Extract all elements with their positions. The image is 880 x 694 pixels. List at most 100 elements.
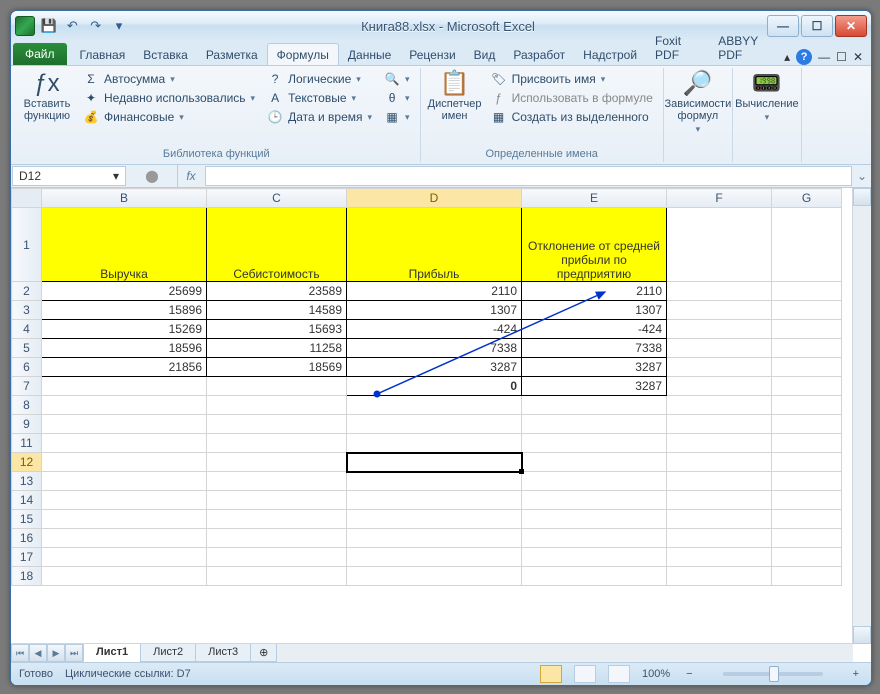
tab-developer[interactable]: Разработ xyxy=(504,44,574,65)
col-header-f[interactable]: F xyxy=(667,189,772,208)
cell[interactable] xyxy=(772,377,842,396)
logical-button[interactable]: ?Логические xyxy=(263,70,376,88)
cell[interactable]: 23589 xyxy=(207,282,347,301)
cell[interactable] xyxy=(42,415,207,434)
cell[interactable] xyxy=(772,358,842,377)
cell[interactable] xyxy=(347,396,522,415)
lookup-button[interactable]: 🔍 xyxy=(380,70,414,88)
cell[interactable] xyxy=(772,529,842,548)
zoom-in-button[interactable]: + xyxy=(849,668,863,680)
workbook-min-button[interactable]: — xyxy=(818,50,830,64)
use-in-formula-button[interactable]: ƒИспользовать в формуле xyxy=(487,89,657,107)
cell-f1[interactable] xyxy=(667,208,772,282)
row-header[interactable]: 13 xyxy=(12,472,42,491)
cell[interactable] xyxy=(667,491,772,510)
cell-grid[interactable]: B C D E F G 1 Выручка Себистоимость Приб… xyxy=(11,188,853,644)
cell[interactable] xyxy=(667,472,772,491)
cell[interactable] xyxy=(42,453,207,472)
cell[interactable] xyxy=(347,434,522,453)
col-header-d[interactable]: D xyxy=(347,189,522,208)
cell[interactable] xyxy=(42,529,207,548)
cell[interactable]: -424 xyxy=(522,320,667,339)
zoom-level[interactable]: 100% xyxy=(642,668,670,680)
cell[interactable] xyxy=(772,282,842,301)
cell[interactable]: -424 xyxy=(347,320,522,339)
row-header[interactable]: 4 xyxy=(12,320,42,339)
cell[interactable]: 15269 xyxy=(42,320,207,339)
tab-data[interactable]: Данные xyxy=(339,44,400,65)
tab-foxit[interactable]: Foxit PDF xyxy=(646,30,709,65)
cell[interactable] xyxy=(667,567,772,586)
cell[interactable] xyxy=(772,453,842,472)
cell[interactable] xyxy=(207,548,347,567)
cell[interactable] xyxy=(522,453,667,472)
row-header[interactable]: 12 xyxy=(12,453,42,472)
cell[interactable] xyxy=(522,415,667,434)
cell[interactable]: 11258 xyxy=(207,339,347,358)
view-pagebreak-button[interactable] xyxy=(608,665,630,683)
cell[interactable] xyxy=(667,282,772,301)
cell[interactable] xyxy=(347,472,522,491)
cell[interactable]: 14589 xyxy=(207,301,347,320)
cell[interactable] xyxy=(347,567,522,586)
cell-e1[interactable]: Отклонение от средней прибыли по предпри… xyxy=(522,208,667,282)
cell[interactable]: 25699 xyxy=(42,282,207,301)
tab-addins[interactable]: Надстрой xyxy=(574,44,646,65)
cell[interactable] xyxy=(522,491,667,510)
text-button[interactable]: AТекстовые xyxy=(263,89,376,107)
horizontal-scrollbar[interactable] xyxy=(276,644,853,662)
cell-d12-selected[interactable] xyxy=(347,453,522,472)
cell[interactable] xyxy=(667,548,772,567)
col-header-b[interactable]: B xyxy=(42,189,207,208)
cell[interactable]: 15693 xyxy=(207,320,347,339)
math-button[interactable]: θ xyxy=(380,89,414,107)
select-all-corner[interactable] xyxy=(12,189,42,208)
cell[interactable] xyxy=(522,529,667,548)
tab-abbyy[interactable]: ABBYY PDF xyxy=(709,30,784,65)
row-header[interactable]: 9 xyxy=(12,415,42,434)
cell[interactable] xyxy=(522,548,667,567)
cell[interactable]: 3287 xyxy=(522,358,667,377)
cell[interactable]: 18596 xyxy=(42,339,207,358)
cell[interactable] xyxy=(347,510,522,529)
view-normal-button[interactable] xyxy=(540,665,562,683)
autosum-button[interactable]: ΣАвтосумма xyxy=(79,70,259,88)
formula-auditing-button[interactable]: 🔎 Зависимости формул xyxy=(670,70,726,146)
cell[interactable] xyxy=(207,491,347,510)
zoom-out-button[interactable]: − xyxy=(682,668,696,680)
sheet-tab-2[interactable]: Лист2 xyxy=(140,644,196,662)
cell[interactable] xyxy=(667,415,772,434)
qat-customize-button[interactable]: ▾ xyxy=(109,16,129,36)
cell[interactable]: 21856 xyxy=(42,358,207,377)
qat-redo-button[interactable]: ↷ xyxy=(86,16,106,36)
cell[interactable]: 7338 xyxy=(347,339,522,358)
insert-function-button[interactable]: ƒx Вставить функцию xyxy=(19,70,75,146)
col-header-e[interactable]: E xyxy=(522,189,667,208)
sheet-nav-prev[interactable]: ◀ xyxy=(29,644,47,662)
col-header-g[interactable]: G xyxy=(772,189,842,208)
tab-view[interactable]: Вид xyxy=(465,44,505,65)
cell[interactable] xyxy=(522,396,667,415)
sheet-nav-last[interactable]: ⏭ xyxy=(65,644,83,662)
row-header[interactable]: 2 xyxy=(12,282,42,301)
cell[interactable] xyxy=(772,339,842,358)
cell[interactable] xyxy=(207,396,347,415)
sheet-nav-first[interactable]: ⏮ xyxy=(11,644,29,662)
cell[interactable] xyxy=(347,529,522,548)
view-pagelayout-button[interactable] xyxy=(574,665,596,683)
cell[interactable] xyxy=(667,453,772,472)
cell[interactable] xyxy=(772,396,842,415)
cell[interactable] xyxy=(772,434,842,453)
datetime-button[interactable]: 🕒Дата и время xyxy=(263,108,376,126)
qat-undo-button[interactable]: ↶ xyxy=(62,16,82,36)
row-header[interactable]: 5 xyxy=(12,339,42,358)
cell[interactable]: 15896 xyxy=(42,301,207,320)
sheet-tab-new[interactable]: ⊕ xyxy=(250,644,277,662)
cell[interactable] xyxy=(42,548,207,567)
cell[interactable] xyxy=(667,377,772,396)
sheet-tab-3[interactable]: Лист3 xyxy=(195,644,251,662)
row-header[interactable]: 17 xyxy=(12,548,42,567)
cell[interactable] xyxy=(772,567,842,586)
cell[interactable]: 7338 xyxy=(522,339,667,358)
cell[interactable] xyxy=(347,415,522,434)
